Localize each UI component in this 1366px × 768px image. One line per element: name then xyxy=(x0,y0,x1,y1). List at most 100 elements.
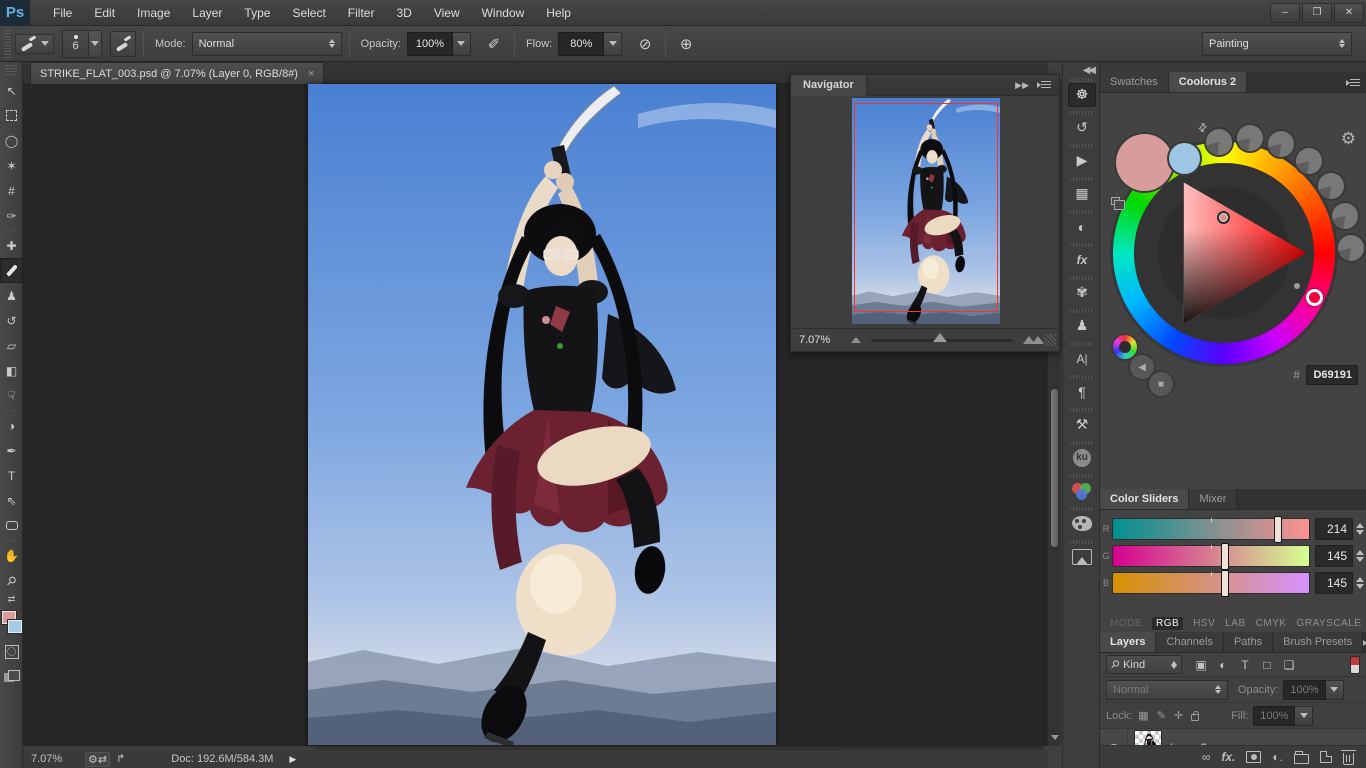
blend-mode-select[interactable]: Normal xyxy=(192,32,342,56)
color-scheme-slot[interactable] xyxy=(1296,148,1322,174)
gear-icon[interactable]: ⚙ xyxy=(1341,129,1356,149)
menu-view[interactable]: View xyxy=(423,0,471,26)
mode-hsv[interactable]: HSV xyxy=(1193,618,1215,629)
move-tool[interactable]: ↖ xyxy=(0,78,23,103)
pressure-size-button[interactable]: ⊕ xyxy=(673,31,699,57)
blue-slider-thumb[interactable] xyxy=(1221,570,1229,597)
color-scheme-slot[interactable] xyxy=(1332,203,1358,229)
blue-stepper[interactable] xyxy=(1356,577,1364,589)
square-mode-button[interactable]: ■ xyxy=(1149,372,1173,396)
eraser-tool[interactable]: ▱ xyxy=(0,333,23,358)
blue-slider[interactable] xyxy=(1112,572,1310,594)
lock-position-icon[interactable]: ✛ xyxy=(1174,709,1183,722)
flow-value[interactable]: 80% xyxy=(558,32,604,56)
eyedropper-tool[interactable]: ✑ xyxy=(0,203,23,228)
lock-all-icon[interactable] xyxy=(1191,714,1199,721)
red-value-field[interactable]: 214 xyxy=(1315,518,1353,540)
menu-3d[interactable]: 3D xyxy=(385,0,422,26)
tab-layers[interactable]: Layers xyxy=(1100,632,1156,652)
smudge-tool[interactable]: ☟ xyxy=(0,383,23,408)
mode-rgb[interactable]: RGB xyxy=(1152,617,1183,630)
minimize-button[interactable]: – xyxy=(1270,3,1300,23)
green-slider-thumb[interactable] xyxy=(1221,543,1229,570)
toggle-brush-panel-button[interactable] xyxy=(110,31,136,57)
zoom-tool[interactable]: ⚲ xyxy=(0,568,23,593)
color-scheme-slot[interactable] xyxy=(1338,235,1364,261)
navigator-zoom-slider-thumb[interactable] xyxy=(933,333,947,342)
dodge-tool[interactable]: ◑ xyxy=(0,413,23,438)
color-swatches[interactable] xyxy=(0,609,23,639)
tab-color-sliders[interactable]: Color Sliders xyxy=(1100,489,1189,509)
menu-image[interactable]: Image xyxy=(126,0,181,26)
navigator-zoom-slider[interactable] xyxy=(871,339,1013,342)
filter-adjustment-layers-icon[interactable]: ◐ xyxy=(1212,658,1234,672)
lasso-tool[interactable]: ◯ xyxy=(0,128,23,153)
new-group-icon[interactable] xyxy=(1294,754,1309,764)
copy-color-icon[interactable] xyxy=(1111,197,1120,205)
dock-character-button[interactable]: A| xyxy=(1063,342,1101,375)
dock-library-button[interactable] xyxy=(1063,540,1101,573)
navigator-zoom-field[interactable]: 7.07% xyxy=(799,334,851,346)
sync-settings-icon[interactable]: ⚙⇄ xyxy=(85,752,110,767)
filter-smart-objects-icon[interactable]: ❏ xyxy=(1278,658,1300,672)
tab-coolorus[interactable]: Coolorus 2 xyxy=(1169,72,1247,92)
expand-dock-icon[interactable]: ◀◀ xyxy=(1063,62,1099,78)
flow-control[interactable]: 80% xyxy=(558,32,622,56)
mini-wheel-icon[interactable] xyxy=(1113,335,1137,359)
rounded-rectangle-tool[interactable] xyxy=(0,513,23,538)
layer-fill-control[interactable]: 100% xyxy=(1253,706,1313,726)
crop-tool[interactable]: # xyxy=(0,178,23,203)
background-color-swatch[interactable] xyxy=(8,620,22,633)
swap-colors-button[interactable]: ⇄ xyxy=(0,593,23,609)
green-value-field[interactable]: 145 xyxy=(1315,545,1353,567)
rectangular-marquee-tool[interactable] xyxy=(0,103,23,128)
status-menu-arrow-icon[interactable]: ▶ xyxy=(289,754,296,765)
menu-file[interactable]: File xyxy=(42,0,83,26)
options-bar-grip[interactable] xyxy=(4,30,11,58)
menu-layer[interactable]: Layer xyxy=(181,0,233,26)
zoom-out-icon[interactable] xyxy=(851,337,861,343)
tab-channels[interactable]: Channels xyxy=(1156,632,1223,652)
collapse-panel-icon[interactable]: ▶▶ xyxy=(1015,80,1029,91)
color-scheme-slot[interactable] xyxy=(1318,173,1344,199)
add-layer-mask-icon[interactable] xyxy=(1246,751,1261,763)
opacity-control[interactable]: 100% xyxy=(407,32,471,56)
red-stepper[interactable] xyxy=(1356,523,1364,535)
background-color-circle[interactable] xyxy=(1169,143,1200,174)
dock-styles-button[interactable]: fx xyxy=(1063,243,1101,276)
brush-tool[interactable] xyxy=(0,258,23,283)
airbrush-button[interactable]: ⊘ xyxy=(632,31,658,57)
history-brush-tool[interactable]: ↺ xyxy=(0,308,23,333)
close-button[interactable]: ✕ xyxy=(1334,3,1364,23)
layer-opacity-dropdown[interactable] xyxy=(1326,680,1344,700)
layer-blend-mode-select[interactable]: Normal xyxy=(1106,680,1228,700)
dock-color-extension-button[interactable] xyxy=(1063,474,1101,507)
dock-brush-button[interactable]: ✾ xyxy=(1063,276,1101,309)
zoom-in-icon[interactable] xyxy=(1032,336,1044,344)
green-slider[interactable] xyxy=(1112,545,1310,567)
menu-edit[interactable]: Edit xyxy=(83,0,126,26)
mode-lab[interactable]: LAB xyxy=(1225,618,1245,629)
color-scheme-slot[interactable] xyxy=(1206,129,1232,155)
filter-kind-select[interactable]: ⚲ Kind xyxy=(1106,655,1182,674)
dock-extensions-tools-button[interactable]: ⚒ xyxy=(1063,408,1101,441)
restore-button[interactable]: ❐ xyxy=(1302,3,1332,23)
navigator-view-box[interactable] xyxy=(854,103,998,312)
dock-tool-presets-button[interactable]: ▦ xyxy=(1063,177,1101,210)
triangle-mode-button[interactable]: ◀ xyxy=(1130,355,1154,379)
filter-toggle-switch[interactable] xyxy=(1350,656,1360,674)
quick-mask-button[interactable] xyxy=(0,639,23,664)
blue-value-field[interactable]: 145 xyxy=(1315,572,1353,594)
type-tool[interactable]: T xyxy=(0,463,23,488)
menu-filter[interactable]: Filter xyxy=(337,0,386,26)
layer-style-icon[interactable]: fx. xyxy=(1221,750,1235,764)
opacity-value[interactable]: 100% xyxy=(407,32,453,56)
new-layer-icon[interactable] xyxy=(1320,751,1332,763)
hue-selector[interactable] xyxy=(1306,289,1323,306)
color-scheme-slot[interactable] xyxy=(1268,131,1294,157)
hex-value-field[interactable]: D69191 xyxy=(1306,365,1358,385)
dock-adjustments-button[interactable]: ◐ xyxy=(1063,210,1101,243)
close-document-icon[interactable]: × xyxy=(308,68,314,80)
link-layers-icon[interactable]: ∞ xyxy=(1202,750,1211,764)
red-slider[interactable] xyxy=(1112,518,1310,540)
